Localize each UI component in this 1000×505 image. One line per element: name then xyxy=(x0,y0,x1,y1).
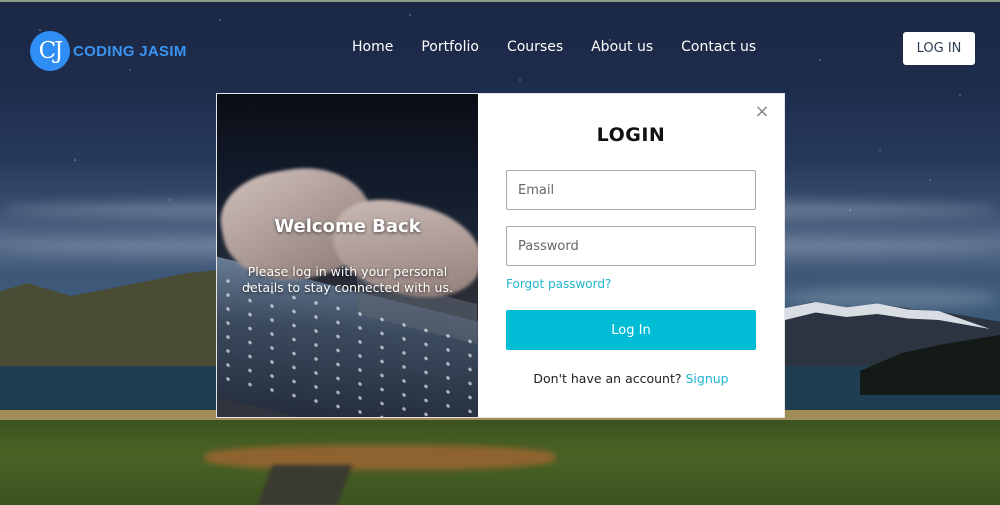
password-input[interactable] xyxy=(506,226,756,266)
welcome-heading: Welcome Back xyxy=(274,216,421,237)
creek xyxy=(257,465,353,505)
logo-text: CODING JASIM xyxy=(73,42,187,60)
signup-prompt: Don't have an account? xyxy=(533,371,686,386)
email-input[interactable] xyxy=(506,170,756,210)
welcome-panel: Welcome Back Please log in with your per… xyxy=(217,94,478,417)
welcome-subtext: Please log in with your personal details… xyxy=(242,264,453,295)
logo[interactable]: CJ CODING JASIM xyxy=(30,31,187,71)
shrubs xyxy=(205,445,555,470)
nav-home[interactable]: Home xyxy=(352,39,393,55)
nav-about-us[interactable]: About us xyxy=(591,39,653,55)
header-login-button[interactable]: LOG IN xyxy=(903,32,975,65)
nav-contact-us[interactable]: Contact us xyxy=(681,39,756,55)
login-modal: Welcome Back Please log in with your per… xyxy=(216,93,785,418)
login-title: LOGIN xyxy=(596,124,666,146)
forgot-password-link[interactable]: Forgot password? xyxy=(506,277,756,291)
login-submit-button[interactable]: Log In xyxy=(506,310,756,350)
login-form-panel: × LOGIN Forgot password? Log In Don't ha… xyxy=(478,94,784,417)
signup-row: Don't have an account? Signup xyxy=(506,371,756,386)
close-icon[interactable]: × xyxy=(754,103,770,121)
nav-portfolio[interactable]: Portfolio xyxy=(421,39,479,55)
main-nav: Home Portfolio Courses About us Contact … xyxy=(352,39,784,55)
signup-link[interactable]: Signup xyxy=(686,371,729,386)
logo-icon: CJ xyxy=(30,31,70,71)
nav-courses[interactable]: Courses xyxy=(507,39,563,55)
